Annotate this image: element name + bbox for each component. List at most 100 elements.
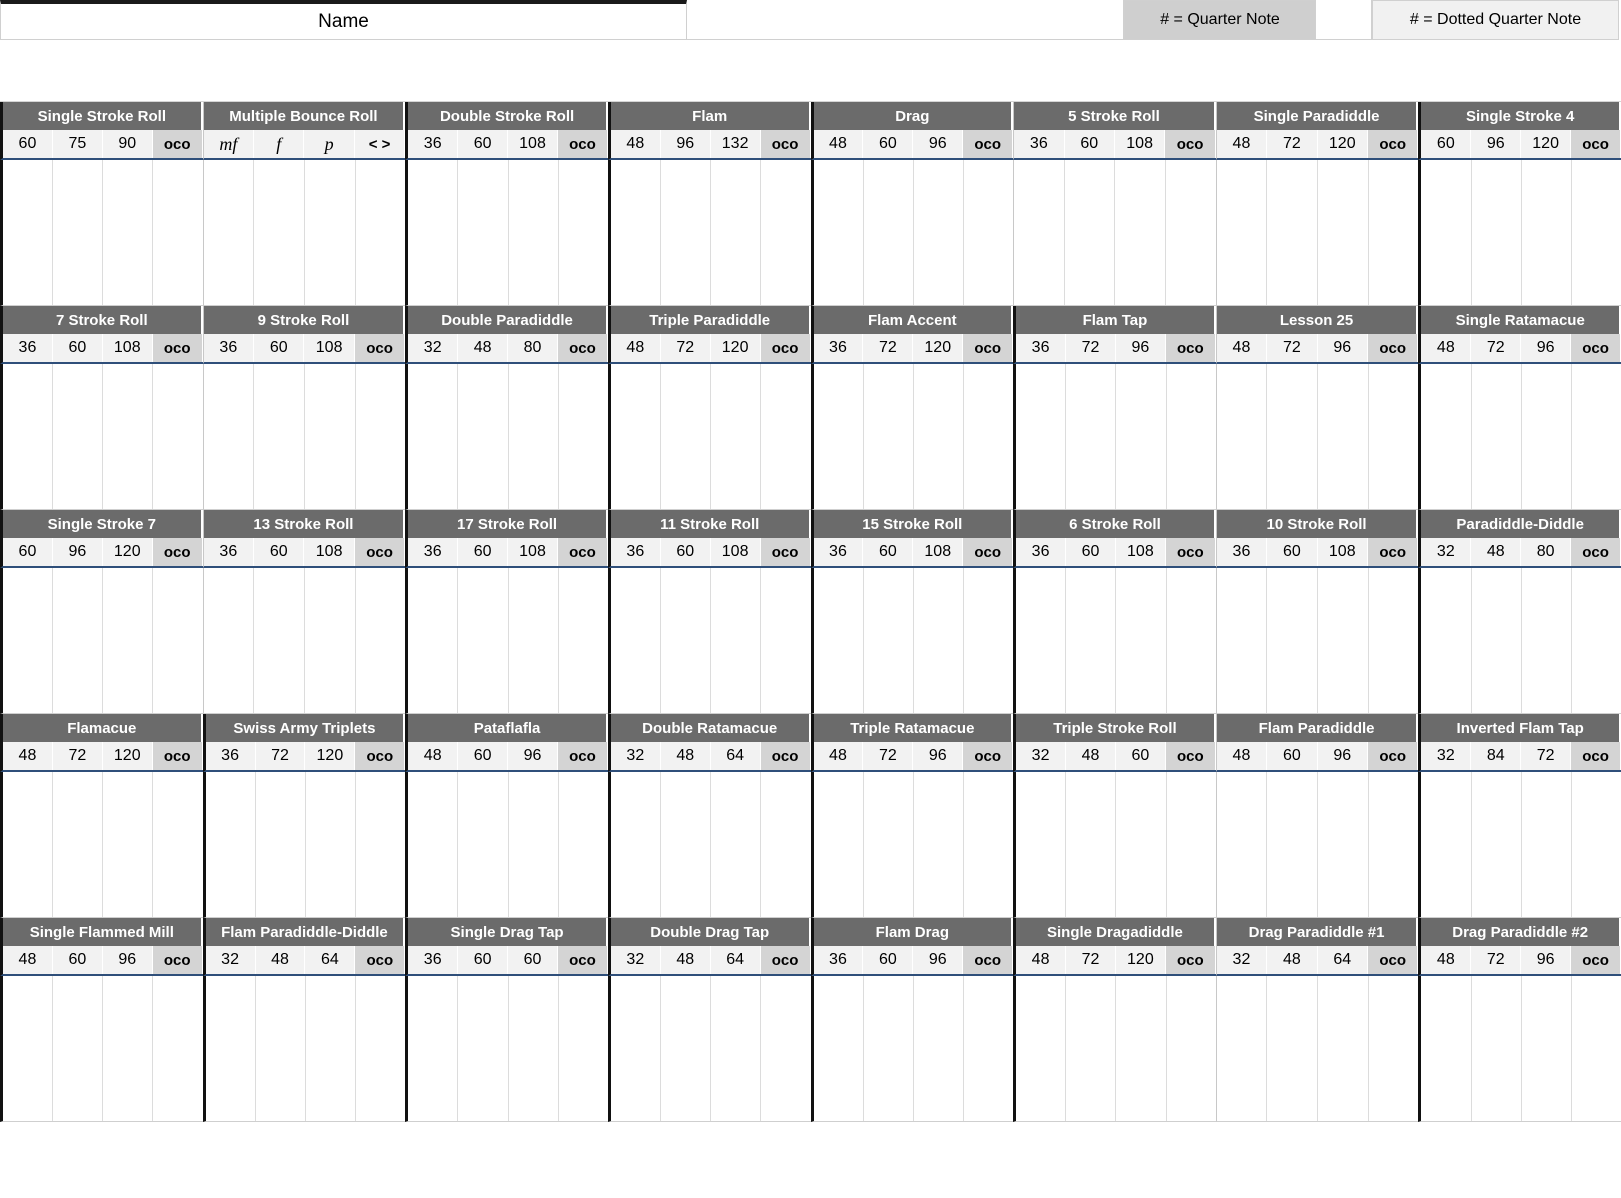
practice-cell[interactable] xyxy=(254,364,305,509)
tempo-cell[interactable]: 32 xyxy=(610,742,661,770)
practice-cell[interactable] xyxy=(1369,568,1419,713)
practice-cell[interactable] xyxy=(356,160,406,305)
tempo-cell[interactable]: 96 xyxy=(1115,334,1166,362)
oco-cell[interactable]: oco xyxy=(963,538,1014,566)
oco-cell[interactable]: oco xyxy=(1571,334,1621,362)
tempo-cell[interactable]: 60 xyxy=(52,946,103,974)
practice-cell[interactable] xyxy=(711,364,762,509)
tempo-cell[interactable]: 72 xyxy=(863,334,914,362)
practice-cell[interactable] xyxy=(1572,568,1621,713)
practice-cell[interactable] xyxy=(3,160,54,305)
practice-cell[interactable] xyxy=(356,364,406,509)
oco-cell[interactable]: oco xyxy=(354,334,406,362)
practice-cell[interactable] xyxy=(864,976,914,1121)
practice-cell[interactable] xyxy=(458,568,509,713)
tempo-cell[interactable]: 120 xyxy=(1521,130,1572,158)
tempo-cell[interactable]: 48 xyxy=(1421,946,1472,974)
tempo-cell[interactable]: 72 xyxy=(1471,946,1522,974)
tempo-cell[interactable]: 36 xyxy=(1016,334,1067,362)
practice-cell[interactable] xyxy=(356,568,406,713)
practice-cell[interactable] xyxy=(256,772,306,917)
practice-cell[interactable] xyxy=(1167,364,1216,509)
tempo-cell[interactable]: 48 xyxy=(3,742,53,770)
practice-cell[interactable] xyxy=(611,976,662,1121)
tempo-cell[interactable]: 60 xyxy=(1267,742,1318,770)
tempo-cell[interactable]: 60 xyxy=(458,946,509,974)
practice-cell[interactable] xyxy=(204,364,255,509)
practice-cell[interactable] xyxy=(3,364,54,509)
practice-cell[interactable] xyxy=(1167,976,1216,1121)
practice-cell[interactable] xyxy=(103,364,154,509)
tempo-cell[interactable]: 48 xyxy=(610,334,661,362)
tempo-cell[interactable]: 72 xyxy=(1521,742,1572,770)
tempo-cell[interactable]: 96 xyxy=(508,742,558,770)
practice-cell[interactable] xyxy=(408,976,459,1121)
practice-cell[interactable] xyxy=(761,568,810,713)
tempo-cell[interactable]: 48 xyxy=(3,946,53,974)
practice-cell[interactable] xyxy=(864,772,914,917)
practice-cell[interactable] xyxy=(814,976,864,1121)
practice-cell[interactable] xyxy=(103,976,154,1121)
practice-cell[interactable] xyxy=(458,976,509,1121)
tempo-cell[interactable]: 108 xyxy=(710,538,761,566)
tempo-cell[interactable]: 32 xyxy=(408,334,459,362)
tempo-cell[interactable]: 72 xyxy=(52,742,103,770)
practice-cell[interactable] xyxy=(914,976,964,1121)
practice-cell[interactable] xyxy=(761,160,810,305)
practice-cell[interactable] xyxy=(1016,568,1067,713)
practice-cell[interactable] xyxy=(661,976,712,1121)
tempo-cell[interactable]: 120 xyxy=(1115,946,1166,974)
practice-cell[interactable] xyxy=(1016,976,1067,1121)
practice-cell[interactable] xyxy=(611,160,662,305)
tempo-cell[interactable]: 48 xyxy=(1216,130,1268,158)
practice-cell[interactable] xyxy=(305,364,356,509)
practice-cell[interactable] xyxy=(864,568,914,713)
tempo-cell[interactable]: 132 xyxy=(710,130,761,158)
practice-cell[interactable] xyxy=(305,568,356,713)
practice-cell[interactable] xyxy=(1166,160,1216,305)
practice-cell[interactable] xyxy=(1472,976,1522,1121)
practice-cell[interactable] xyxy=(1066,772,1117,917)
practice-cell[interactable] xyxy=(711,976,762,1121)
tempo-cell[interactable]: 90 xyxy=(102,130,153,158)
tempo-cell[interactable]: 120 xyxy=(102,742,153,770)
practice-cell[interactable] xyxy=(1267,160,1319,305)
tempo-cell[interactable]: 108 xyxy=(304,538,355,566)
practice-cell[interactable] xyxy=(1318,568,1369,713)
practice-cell[interactable] xyxy=(1369,364,1419,509)
practice-cell[interactable] xyxy=(1472,568,1522,713)
oco-cell[interactable]: oco xyxy=(557,742,608,770)
tempo-cell[interactable]: 60 xyxy=(254,538,305,566)
oco-cell[interactable]: oco xyxy=(557,130,608,158)
practice-cell[interactable] xyxy=(1066,568,1117,713)
oco-cell[interactable]: oco xyxy=(1571,946,1621,974)
practice-cell[interactable] xyxy=(1167,568,1216,713)
practice-cell[interactable] xyxy=(408,568,459,713)
practice-cell[interactable] xyxy=(103,772,154,917)
practice-cell[interactable] xyxy=(509,976,559,1121)
tempo-cell[interactable]: 108 xyxy=(1115,538,1166,566)
tempo-cell[interactable]: 36 xyxy=(203,334,255,362)
tempo-cell[interactable]: 96 xyxy=(1521,334,1572,362)
tempo-cell[interactable]: 36 xyxy=(1216,538,1268,566)
tempo-cell[interactable]: 36 xyxy=(408,946,459,974)
oco-cell[interactable]: oco xyxy=(963,742,1014,770)
tempo-cell[interactable]: 36 xyxy=(1014,130,1065,158)
oco-cell[interactable]: oco xyxy=(760,538,811,566)
tempo-cell[interactable]: 60 xyxy=(863,946,914,974)
tempo-cell[interactable]: 48 xyxy=(1216,334,1268,362)
practice-cell[interactable] xyxy=(914,160,964,305)
tempo-cell[interactable]: 60 xyxy=(458,130,509,158)
practice-cell[interactable] xyxy=(559,976,608,1121)
practice-cell[interactable] xyxy=(814,364,864,509)
practice-cell[interactable] xyxy=(661,568,712,713)
practice-cell[interactable] xyxy=(256,976,306,1121)
oco-cell[interactable]: oco xyxy=(152,742,203,770)
tempo-cell[interactable]: 64 xyxy=(710,742,761,770)
practice-cell[interactable] xyxy=(1217,364,1268,509)
practice-cell[interactable] xyxy=(153,976,202,1121)
practice-cell[interactable] xyxy=(53,976,104,1121)
oco-cell[interactable]: oco xyxy=(760,334,811,362)
practice-cell[interactable] xyxy=(458,364,509,509)
tempo-cell[interactable]: 36 xyxy=(813,946,864,974)
